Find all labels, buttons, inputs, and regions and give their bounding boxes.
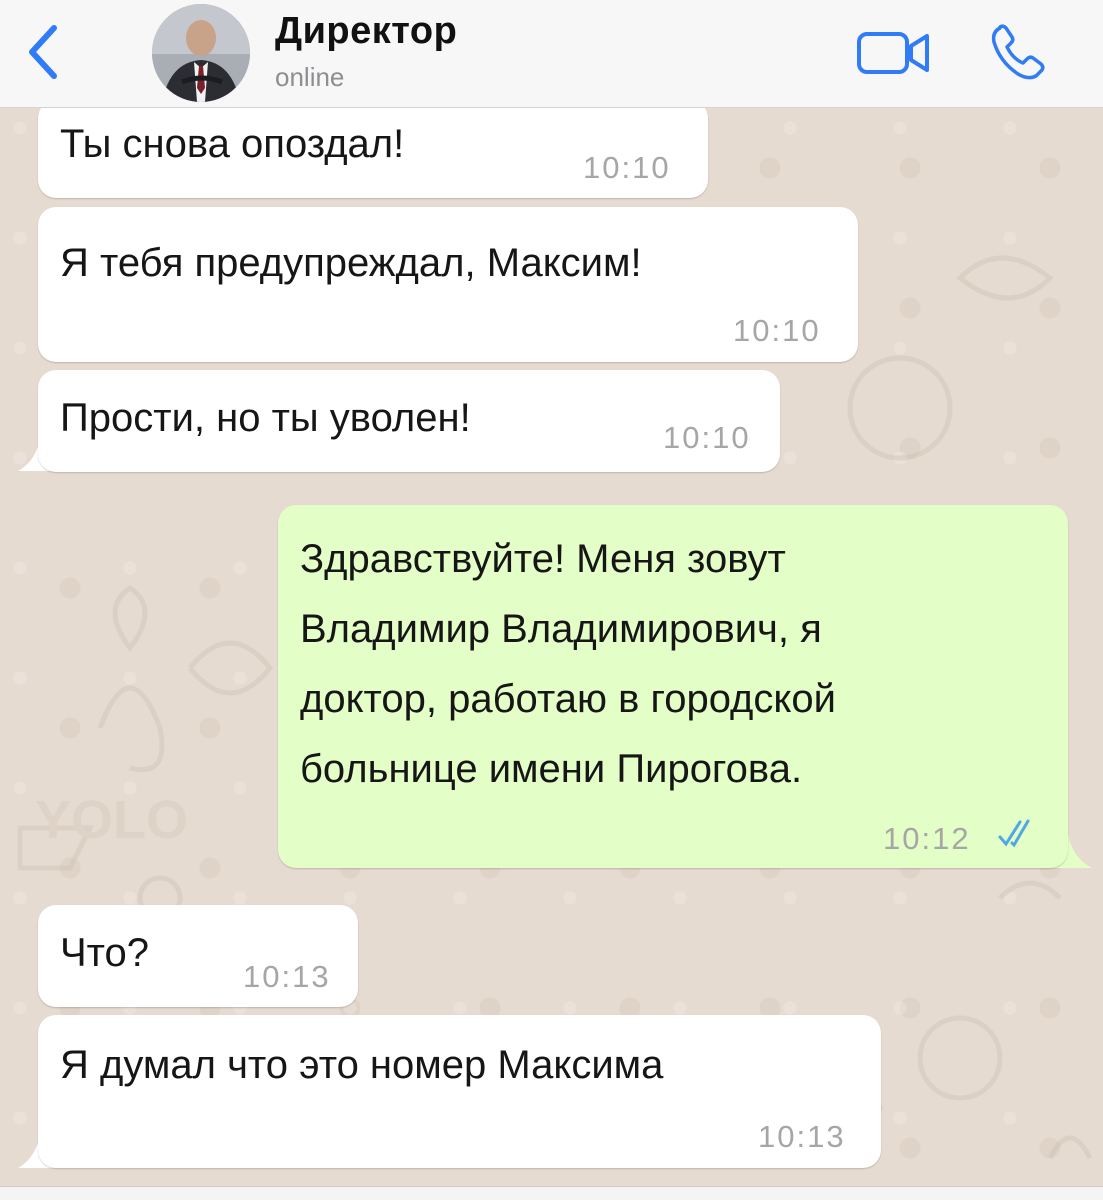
message-bubble-outgoing[interactable]: Здравствуйте! Меня зовут Владимир Владим… <box>278 505 1068 868</box>
voice-call-button[interactable] <box>990 22 1056 82</box>
contact-name[interactable]: Директор <box>275 10 457 53</box>
contact-photo <box>152 4 250 102</box>
message-time: 10:13 <box>758 1119 846 1154</box>
video-call-button[interactable] <box>855 28 935 78</box>
message-line: Владимир Владимирович, я <box>300 607 822 651</box>
chevron-left-icon <box>29 25 57 79</box>
message-text: Ты снова опоздал! <box>60 122 405 166</box>
message-time: 10:10 <box>583 150 671 185</box>
message-bubble-incoming[interactable]: Я думал что это номер Максима 10:13 <box>38 1015 881 1168</box>
input-bar-edge <box>0 1186 1103 1200</box>
chat-header: Директор online <box>0 0 1103 108</box>
svg-text:YOLO: YOLO <box>35 790 188 850</box>
message-text: Я тебя предупреждал, Максим! <box>60 241 642 285</box>
back-button[interactable] <box>18 22 68 82</box>
phone-icon <box>991 24 1045 80</box>
double-check-icon <box>998 819 1030 848</box>
message-bubble-incoming[interactable]: Что? 10:13 <box>38 905 358 1007</box>
message-time: 10:10 <box>733 313 821 348</box>
message-bubble-incoming[interactable]: Ты снова опоздал! 10:10 <box>38 100 708 198</box>
video-camera-icon <box>857 32 929 74</box>
contact-status: online <box>275 62 345 92</box>
message-text: Прости, но ты уволен! <box>60 396 471 440</box>
avatar[interactable] <box>152 4 250 102</box>
message-text: Я думал что это номер Максима <box>60 1043 664 1087</box>
message-text: Что? <box>60 931 150 975</box>
message-line: доктор, работаю в городской <box>300 677 836 721</box>
message-bubble-incoming[interactable]: Я тебя предупреждал, Максим! 10:10 <box>38 207 858 362</box>
message-time: 10:10 <box>663 420 751 455</box>
message-line: Здравствуйте! Меня зовут <box>300 537 786 581</box>
message-line: больнице имени Пирогова. <box>300 747 803 791</box>
message-time: 10:12 <box>883 821 971 856</box>
message-time: 10:13 <box>243 959 331 994</box>
message-bubble-incoming[interactable]: Прости, но ты уволен! 10:10 <box>38 370 780 472</box>
